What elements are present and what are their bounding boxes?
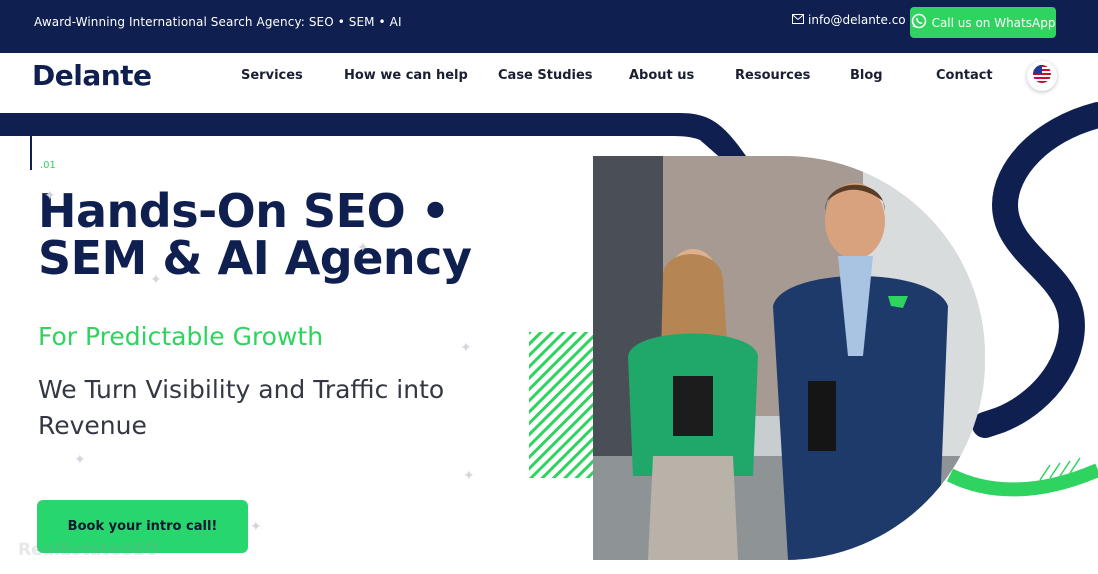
sparkle-icon: ✦ [357,239,369,255]
watermark: RealEstateSEO [18,540,160,560]
team-photo [593,156,985,560]
hero-title: Hands-On SEO • SEM & AI Agency [38,188,508,282]
sparkle-icon: ✦ [74,451,86,467]
hero-title-line-2: SEM & AI Agency [38,231,472,285]
hero-lead: We Turn Visibility and Traffic into Reve… [38,375,445,440]
sparkle-icon: ✦ [460,339,472,355]
hero-marker [30,136,32,170]
hero-title-line-1: Hands-On SEO • [38,184,450,238]
hero-subtitle: For Predictable Growth [38,322,324,351]
sparkle-icon: ✦ [150,271,162,287]
sparkle-icon: ✦ [250,518,262,534]
hero-index: .01 [40,160,56,171]
sparkle-icon: ✦ [463,467,475,483]
sparkle-icon: ✦ [44,187,56,203]
